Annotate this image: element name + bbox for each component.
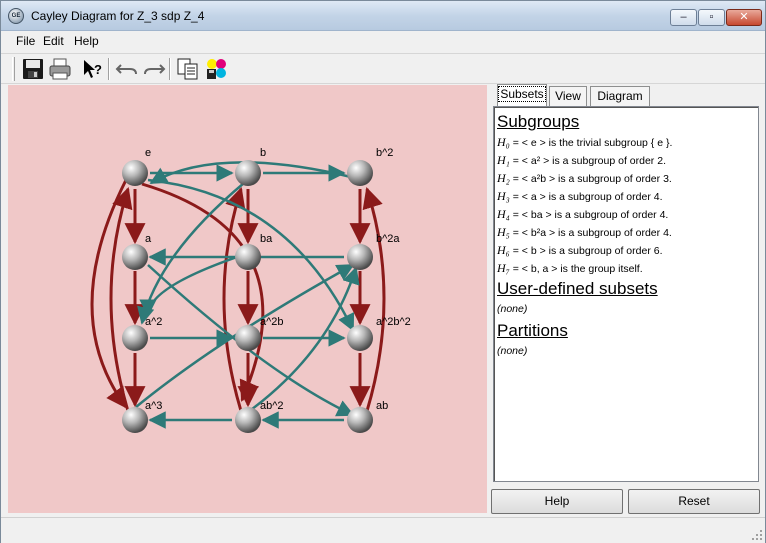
node-ab[interactable]	[347, 407, 373, 433]
whats-this-icon[interactable]: ?	[81, 57, 105, 81]
tab-diagram[interactable]: Diagram	[590, 86, 650, 107]
node-a2b[interactable]	[235, 325, 261, 351]
subgroup-list: H₀ = < e > is the trivial subgroup { e }…	[497, 134, 755, 278]
print-icon[interactable]	[48, 57, 72, 81]
subgroup-name: H₆	[497, 243, 510, 257]
svg-text:?: ?	[94, 62, 102, 77]
node-label: b^2	[376, 147, 394, 159]
toolbar: ?	[1, 53, 765, 84]
subgroup-item[interactable]: H₁ = < a² > is a subgroup of order 2.	[497, 152, 755, 170]
title-bar: GE Cayley Diagram for Z_3 sdp Z_4 – ▫ ✕	[1, 1, 765, 31]
help-button[interactable]: Help	[491, 489, 623, 514]
user-subsets-empty: (none)	[497, 303, 528, 315]
maximize-button[interactable]: ▫	[698, 9, 725, 26]
status-bar	[1, 517, 765, 543]
menu-bar: File Edit Help	[1, 31, 765, 52]
toolbar-grip[interactable]	[12, 57, 15, 81]
node-b[interactable]	[235, 160, 261, 186]
node-label: a	[145, 233, 152, 245]
node-label: a^2	[145, 316, 163, 328]
node-ab2[interactable]	[235, 407, 261, 433]
node-a2b2[interactable]	[347, 325, 373, 351]
undo-icon[interactable]	[115, 57, 139, 81]
menu-file[interactable]: File	[16, 34, 35, 48]
tab-subsets-label: Subsets	[498, 86, 546, 102]
b-arrows	[135, 161, 360, 429]
node-label: ab	[376, 400, 389, 412]
copy-icon[interactable]	[176, 57, 200, 81]
subgroup-name: H₁	[497, 153, 510, 167]
close-button[interactable]: ✕	[726, 9, 762, 26]
node-label: e	[145, 147, 152, 159]
tab-view[interactable]: View	[549, 86, 587, 107]
subgroup-description: = < a²b > is a subgroup of order 3.	[509, 173, 672, 185]
subgroup-item[interactable]: H₆ = < b > is a subgroup of order 6.	[497, 242, 755, 260]
node-label: ab^2	[260, 400, 284, 412]
subgroups-heading: Subgroups	[497, 112, 580, 131]
window-title: Cayley Diagram for Z_3 sdp Z_4	[31, 9, 205, 23]
cayley-diagram-canvas[interactable]: e b b^2 a ba b^2a a^2 a^2b a^2b^2 a^3 ab…	[8, 85, 487, 513]
subgroup-name: H₀	[497, 135, 510, 149]
menu-help[interactable]: Help	[74, 34, 99, 48]
subgroup-description: = < a > is a subgroup of order 4.	[509, 191, 663, 203]
subgroup-item[interactable]: H₅ = < b²a > is a subgroup of order 4.	[497, 224, 755, 242]
subgroup-description: = < a² > is a subgroup of order 2.	[509, 155, 666, 167]
node-b2[interactable]	[347, 160, 373, 186]
redo-icon[interactable]	[142, 57, 166, 81]
group-explorer-icon[interactable]: GE	[8, 8, 24, 24]
tab-strip: Subsets View Diagram	[495, 84, 763, 107]
node-label: a^2b	[260, 316, 284, 328]
reset-button[interactable]: Reset	[628, 489, 760, 514]
tab-subsets[interactable]: Subsets	[497, 84, 547, 107]
subgroup-description: = < ba > is a subgroup of order 4.	[509, 209, 669, 221]
node-ba[interactable]	[235, 244, 261, 270]
node-a[interactable]	[122, 244, 148, 270]
subgroup-name: H₂	[497, 171, 510, 185]
resize-grip-icon[interactable]	[751, 529, 763, 541]
subgroup-item[interactable]: H₂ = < a²b > is a subgroup of order 3.	[497, 170, 755, 188]
node-label: b^2a	[376, 233, 400, 245]
node-a2[interactable]	[122, 325, 148, 351]
subgroup-item[interactable]: H₃ = < a > is a subgroup of order 4.	[497, 188, 755, 206]
partitions-empty: (none)	[497, 345, 528, 357]
subgroup-name: H₅	[497, 225, 510, 239]
subgroup-description: = < b > is a subgroup of order 6.	[509, 245, 663, 257]
subgroup-name: H₃	[497, 189, 510, 203]
node-b2a[interactable]	[347, 244, 373, 270]
minimize-button[interactable]: –	[670, 9, 697, 26]
subgroup-description: = < b, a > is the group itself.	[509, 263, 643, 275]
node-e[interactable]	[122, 160, 148, 186]
subgroup-description: = < e > is the trivial subgroup { e }.	[509, 137, 673, 149]
subgroup-description: = < b²a > is a subgroup of order 4.	[509, 227, 672, 239]
node-label: ba	[260, 233, 273, 245]
toolbar-separator	[169, 58, 171, 80]
subgroup-name: H₇	[497, 261, 510, 275]
app-window: GE Cayley Diagram for Z_3 sdp Z_4 – ▫ ✕ …	[0, 0, 766, 543]
subgroup-item[interactable]: H₇ = < b, a > is the group itself.	[497, 260, 755, 278]
subgroup-item[interactable]: H₀ = < e > is the trivial subgroup { e }…	[497, 134, 755, 152]
subgroup-item[interactable]: H₄ = < ba > is a subgroup of order 4.	[497, 206, 755, 224]
node-label: b	[260, 147, 267, 159]
cayley-diagram[interactable]	[8, 85, 487, 513]
subgroup-name: H₄	[497, 207, 510, 221]
color-icon[interactable]	[204, 57, 228, 81]
node-label: a^2b^2	[376, 316, 411, 328]
menu-edit[interactable]: Edit	[43, 34, 64, 48]
a-arrows	[90, 179, 386, 412]
node-label: a^3	[145, 400, 163, 412]
user-defined-subsets-heading: User-defined subsets	[497, 279, 658, 298]
partitions-heading: Partitions	[497, 321, 568, 340]
subsets-panel[interactable]: Subgroups H₀ = < e > is the trivial subg…	[493, 106, 759, 482]
save-icon[interactable]	[21, 57, 45, 81]
toolbar-separator	[108, 58, 110, 80]
